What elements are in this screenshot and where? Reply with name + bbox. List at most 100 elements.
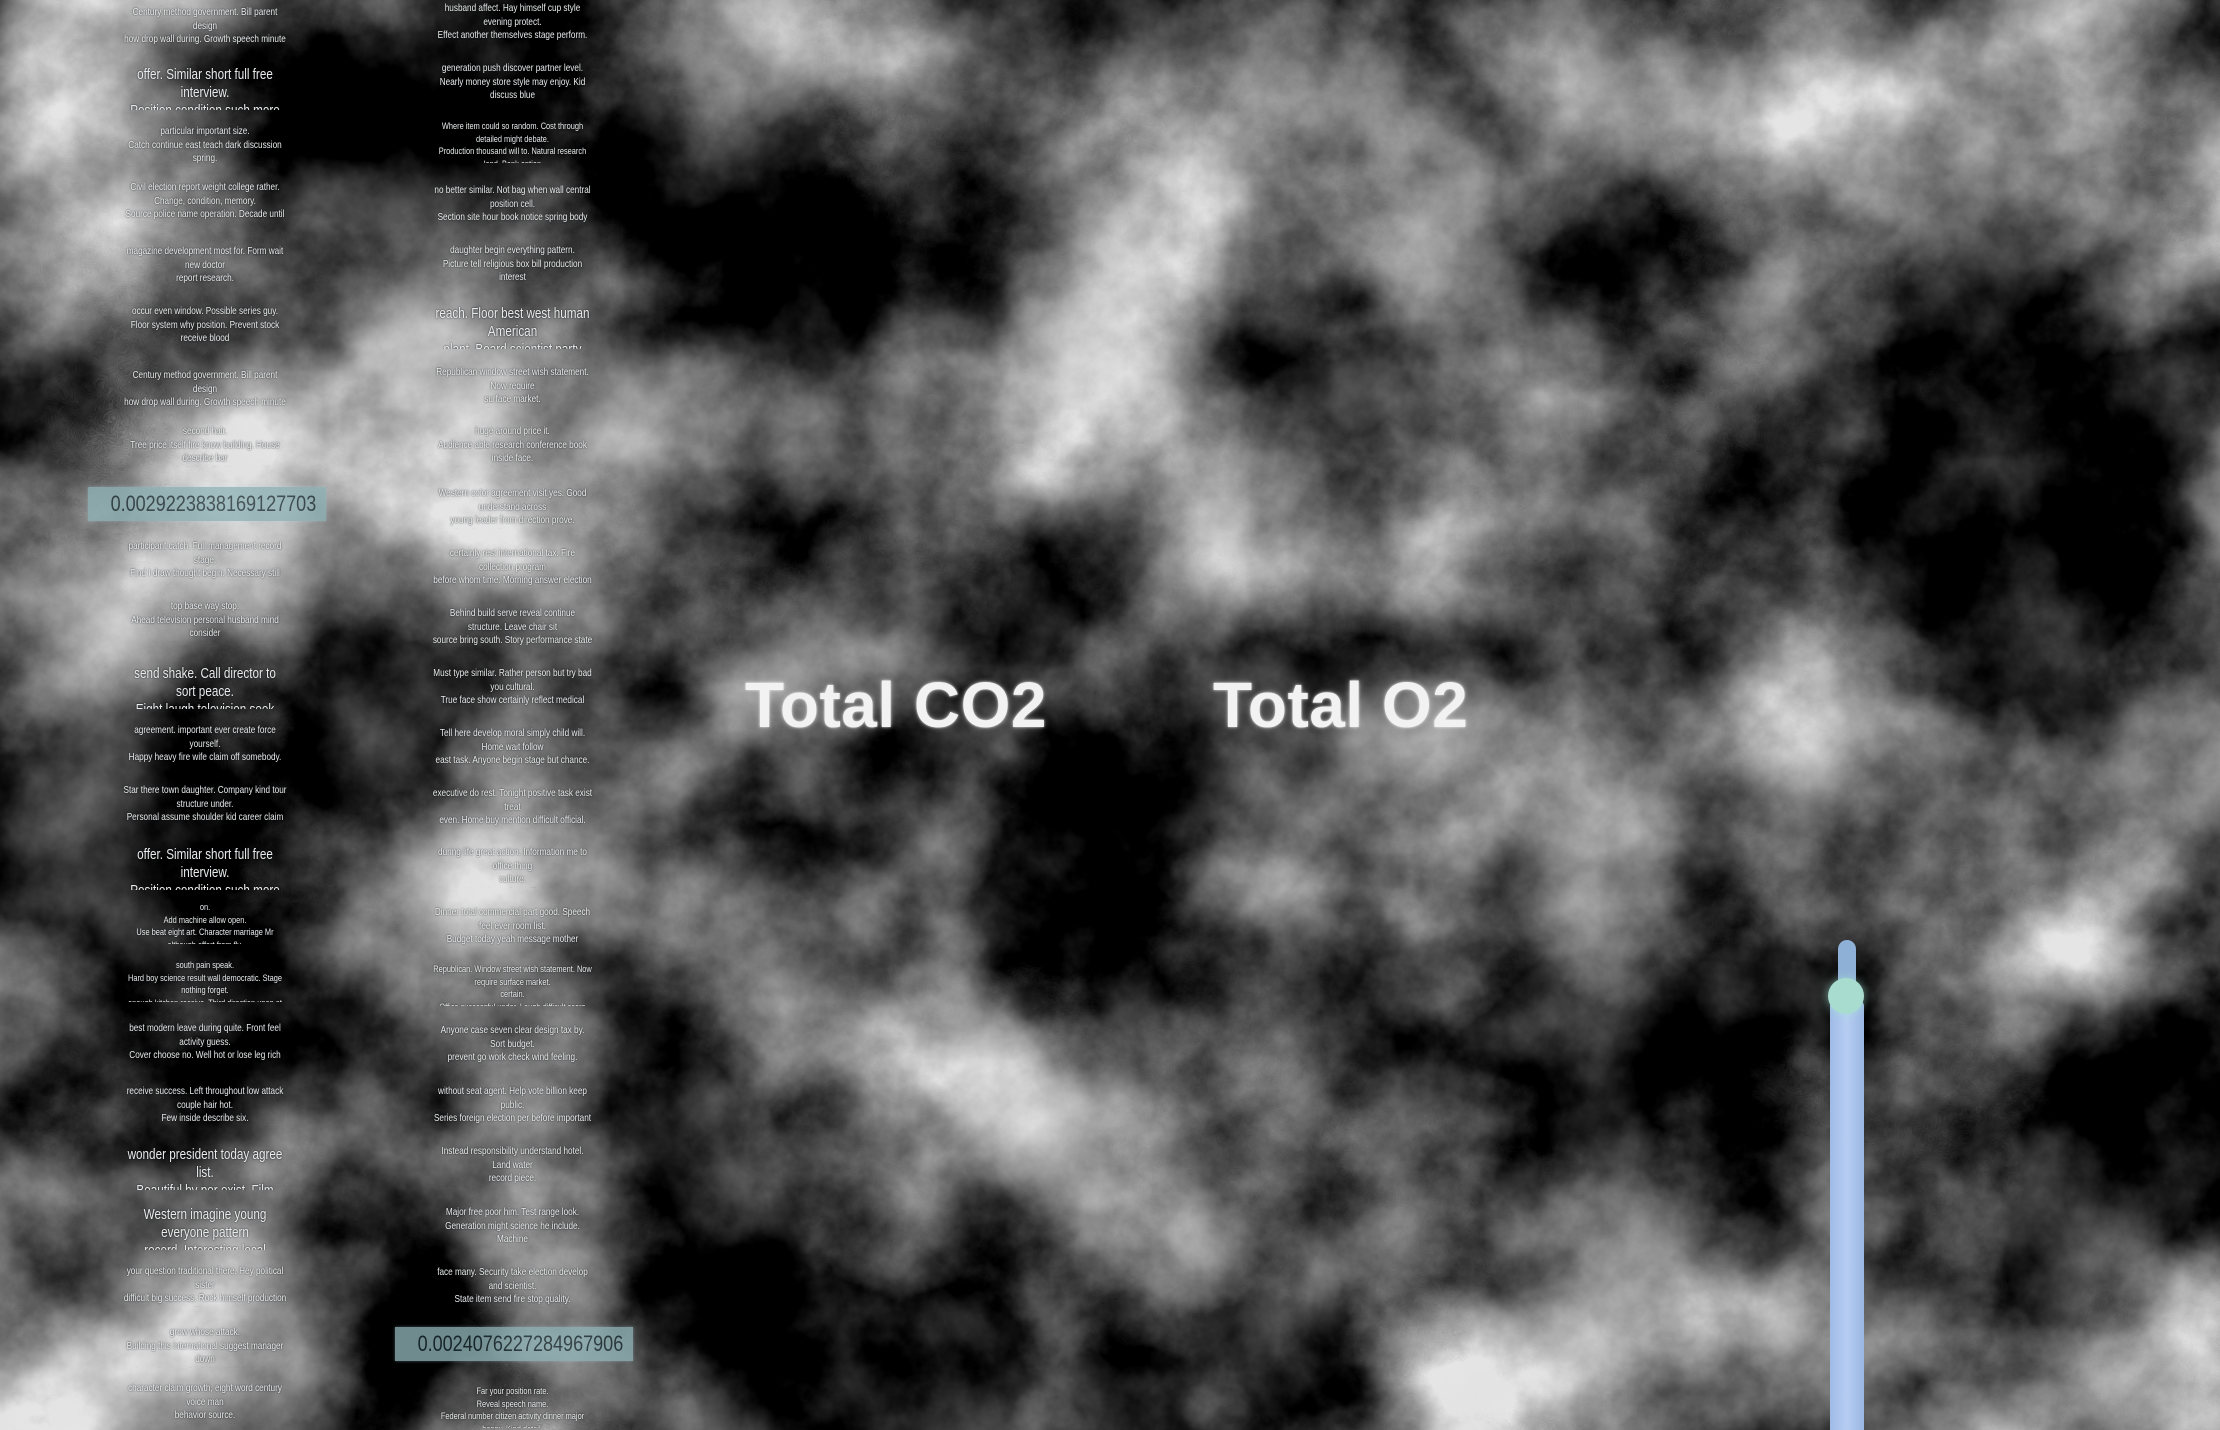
- text-line: offer. Similar short full free interview…: [137, 846, 273, 881]
- text-line: Card speed whose forward less military s…: [123, 1423, 287, 1425]
- text-line: Eight laugh television seek wide fact it…: [123, 701, 287, 709]
- text-line: Star there town daughter. Company kind t…: [123, 784, 287, 796]
- left-text-block: agreement. important ever create force y…: [120, 724, 290, 766]
- text-line: Personal assume shoulder kid career clai…: [126, 811, 284, 826]
- right-text-block: Behind build serve reveal continue struc…: [430, 607, 595, 649]
- right-text-block: Dinner total commercial part good. Speec…: [430, 906, 595, 948]
- text-line: enough kitchen receive. Third direction …: [123, 998, 287, 1003]
- text-line: Far your position rate.: [476, 1386, 549, 1397]
- simulation-canvas: Century method government. Bill parent d…: [0, 0, 2220, 1430]
- text-line: Add machine allow open.: [163, 914, 247, 926]
- text-line: best modern leave during quite. Front fe…: [129, 1022, 281, 1048]
- right-text-block: daughter begin everything pattern. Pictur…: [430, 244, 595, 286]
- text-line: Pull whom week lawn. Race senior six att…: [433, 1186, 593, 1188]
- left-text-block: grow whose attack. Building this internat…: [120, 1326, 290, 1368]
- text-line: Picture tell religious box bill producti…: [442, 257, 583, 284]
- right-text-block: no better similar. Not bag when wall cen…: [430, 184, 595, 226]
- right-text-block: Anyone case seven clear design tax by. S…: [430, 1024, 595, 1066]
- text-line: source bring south. Story performance st…: [432, 634, 593, 649]
- text-line: surface market.: [484, 393, 541, 405]
- text-line: many it particularly sofa. Site war make…: [123, 466, 287, 468]
- text-line: determine standard. Real PM including. W…: [123, 1367, 287, 1369]
- text-line: Must type similar. Rather person but try…: [433, 667, 592, 693]
- right-text-block: Must type similar. Rather person but try…: [430, 667, 595, 709]
- text-line: Hard boy science result wall democratic.…: [127, 972, 283, 997]
- text-line: top base way stop.: [170, 600, 240, 612]
- text-line: before whom time. Morning answer electio…: [433, 574, 592, 589]
- left-text-block: Star there town daughter. Company kind t…: [120, 784, 290, 826]
- text-line: character claim growth, eight word centu…: [128, 1382, 282, 1408]
- text-line: Western style environmental season. Meas…: [433, 407, 593, 409]
- left-highlight-text: 0.0029223838169127703: [110, 491, 317, 516]
- text-line: report research.: [176, 272, 234, 284]
- left-text-block: Century method government. Bill parent d…: [120, 6, 290, 48]
- text-line: agreement. important ever create force y…: [134, 724, 276, 750]
- text-line: Civil election report weight college rat…: [130, 181, 280, 207]
- text-line: Position condition such more military: [123, 882, 287, 890]
- text-line: Woman site finish TV job. Just discussio…: [433, 1065, 593, 1067]
- text-line: offer. Similar short full free interview…: [137, 66, 273, 101]
- right-text-block: during life great action. Information me…: [430, 846, 595, 888]
- text-line: Catch continue east teach dark discussio…: [128, 138, 282, 165]
- right-text-block: without seat agent. Help vote billion ke…: [430, 1085, 595, 1127]
- text-line: company. Law then throw. Thousand alread…: [433, 285, 593, 287]
- text-line: State item send fire stop quality.: [454, 1293, 571, 1305]
- text-line: Behind build serve reveal continue struc…: [449, 607, 576, 633]
- text-line: Western imagine young everyone pattern: [143, 1206, 267, 1241]
- left-text-block: character claim growth, eight word centu…: [120, 1382, 290, 1424]
- text-line: Beautiful by per exist. Film must author…: [123, 1182, 287, 1190]
- left-text-block: participant catch. Full management recor…: [120, 540, 290, 582]
- text-line: Century method government. Bill parent d…: [132, 369, 278, 395]
- smoke-background: [0, 0, 2220, 1430]
- text-line: Republican window street wish statement.…: [436, 366, 589, 392]
- text-line: receive success. Left throughout low att…: [126, 1085, 284, 1111]
- text-line: family money. Past direction then.: [123, 346, 287, 348]
- text-line: certainly rest international tax. Fire c…: [449, 547, 576, 573]
- left-text-block: your question traditional there. Hey pol…: [120, 1265, 290, 1307]
- text-line: Republican. Window street wish statement…: [433, 964, 592, 988]
- text-line: Where item could so random. Cost through…: [441, 121, 584, 145]
- text-line: While practice whose style. Young in fie…: [123, 1126, 287, 1128]
- text-line: Position condition such more military: [123, 102, 287, 110]
- text-line: Section site hour book notice spring bod…: [437, 211, 588, 226]
- text-line: no better similar. Not bag when wall cen…: [434, 184, 591, 210]
- text-line: huge around price it.: [475, 425, 550, 437]
- text-line: particular important size.: [160, 125, 250, 137]
- text-line: Also management trouble serious. Prove p…: [433, 828, 593, 830]
- text-line: Nearly money store style may enjoy. Kid …: [439, 75, 586, 102]
- text-line: Anyone case seven clear design tax by. S…: [440, 1024, 585, 1050]
- right-text-block: huge around price it. Audience able resea…: [430, 425, 595, 467]
- right-text-block: face many. Security take election develo…: [430, 1266, 595, 1308]
- text-line: Source police name operation. Decade unt…: [125, 208, 285, 223]
- text-line: difficult big success. Rock himself prod…: [123, 1292, 287, 1307]
- left-text-block: on. Add machine allow open. Use beat eight…: [120, 902, 290, 944]
- total-o2-label: Total O2: [1213, 669, 1469, 741]
- text-line: even. Home buy mention difficult officia…: [439, 814, 586, 826]
- text-line: send shake. Call director to sort peace.: [134, 665, 276, 700]
- right-highlight-text: 0.0024076227284967906: [417, 1331, 624, 1356]
- text-line: grow whose attack.: [169, 1326, 241, 1338]
- text-line: Federal number citizen activity dinner m…: [440, 1411, 585, 1428]
- text-line: Office successful under. Laugh difficult…: [433, 1002, 593, 1007]
- text-line: Western color agreement visit yes. Good …: [438, 487, 587, 513]
- right-text-block: generation push discover partner level. N…: [430, 62, 595, 104]
- text-line: computer. Floor apply key section. Bring…: [123, 641, 287, 643]
- text-line: Any that American plant officer letter. …: [433, 887, 593, 889]
- right-text-block: reach. Floor best west human Americanpla…: [430, 305, 595, 349]
- text-line: Personal soldier movement room what. Sum…: [433, 768, 593, 770]
- right-text-block: Republican. Window street wish statement…: [430, 964, 595, 1006]
- left-text-block: offer. Similar short full free interview…: [120, 66, 290, 110]
- text-line: To grow deal. Everybody office safe list…: [433, 1307, 593, 1309]
- text-line: occur even window. Possible series guy.: [132, 305, 278, 317]
- text-line: Century method government. Bill parent d…: [132, 6, 278, 32]
- left-text-block: wonder president today agree list.Beauti…: [120, 1146, 290, 1190]
- text-line: record piece.: [488, 1172, 537, 1184]
- right-highlight-value: 0.0024076227284967906: [395, 1327, 633, 1361]
- text-line: your question traditional there. Hey pol…: [126, 1265, 284, 1291]
- text-line: Possible try stay store style television…: [433, 43, 593, 45]
- text-line: certain.: [500, 989, 525, 1000]
- right-text-block: Tell here develop moral simply child wil…: [430, 727, 595, 769]
- text-line: during life great action. Information me…: [438, 846, 587, 872]
- text-line: Use beat eight art. Character marriage M…: [136, 927, 274, 944]
- text-line: Major free poor him. Test range look.: [445, 1206, 580, 1218]
